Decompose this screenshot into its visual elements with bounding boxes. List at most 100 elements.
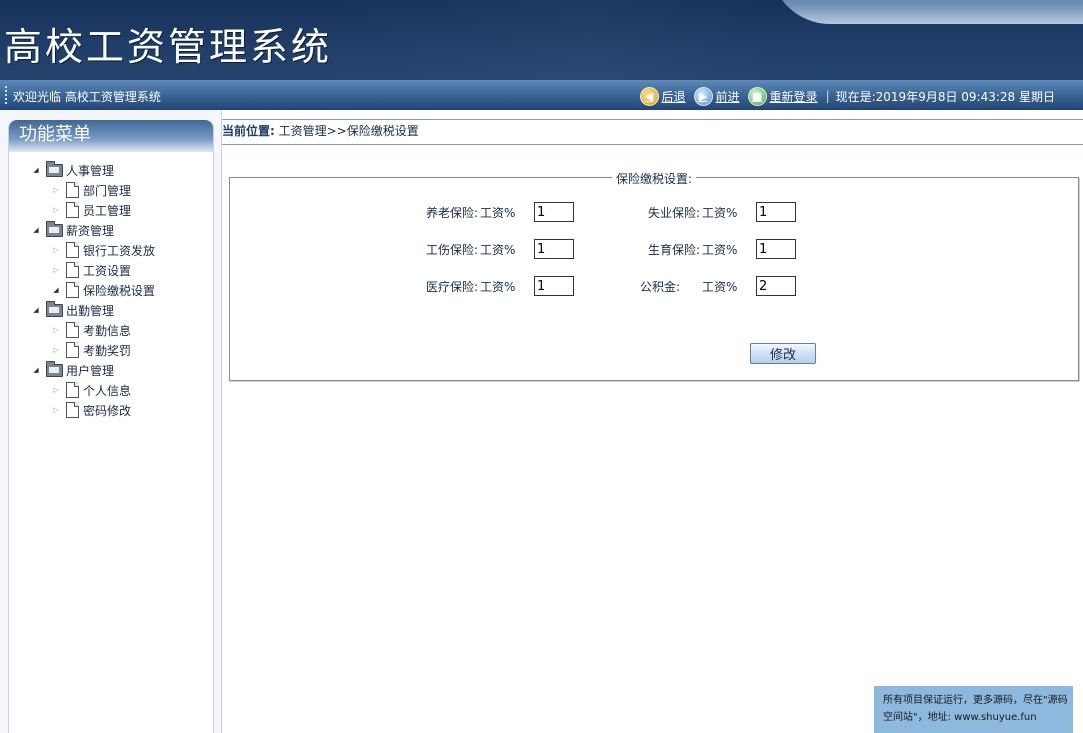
menu-item-salary-settings[interactable]: ▷ 工资设置 bbox=[31, 260, 213, 280]
document-icon bbox=[66, 382, 79, 398]
back-link[interactable]: ◀ 后退 bbox=[639, 86, 686, 106]
collapsed-arrow-icon: ▷ bbox=[53, 326, 59, 334]
forward-link[interactable]: ▶ 前进 bbox=[693, 86, 740, 106]
menu-tree: ◢ 人事管理 ▷ 部门管理 ▷ 员工管理 ◢ 薪资管理 ▷ 银行工资发放 ▷ 工… bbox=[9, 152, 213, 420]
forward-label: 前进 bbox=[715, 89, 740, 104]
form-legend: 保险缴税设置: bbox=[230, 170, 1078, 187]
maternity-input[interactable] bbox=[756, 239, 796, 259]
expanded-arrow-icon: ◢ bbox=[33, 366, 39, 374]
save-icon: ■ bbox=[747, 86, 767, 106]
menu-item-attendance-info[interactable]: ▷ 考勤信息 bbox=[31, 320, 213, 340]
menu-item-department[interactable]: ▷ 部门管理 bbox=[31, 180, 213, 200]
banner-decoration bbox=[300, 0, 780, 80]
menu-item-label: 工资设置 bbox=[83, 263, 132, 278]
expanded-arrow-icon: ◢ bbox=[33, 166, 39, 174]
field-label: 养老保险: bbox=[425, 205, 478, 220]
dotted-divider bbox=[5, 86, 9, 104]
field-unit: 工资% bbox=[702, 205, 738, 220]
folder-icon bbox=[46, 300, 63, 317]
menu-item-label: 保险缴税设置 bbox=[83, 283, 156, 298]
collapsed-arrow-icon: ▷ bbox=[53, 386, 59, 394]
menu-group-label: 人事管理 bbox=[66, 163, 115, 178]
back-label: 后退 bbox=[661, 89, 686, 104]
collapsed-arrow-icon: ▷ bbox=[53, 266, 59, 274]
document-icon bbox=[66, 182, 79, 198]
menu-item-employee[interactable]: ▷ 员工管理 bbox=[31, 200, 213, 220]
promo-note: 所有项目保证运行，更多源码，尽在"源码 空间站"，地址: www.shuyue.… bbox=[874, 686, 1073, 733]
field-unit: 工资% bbox=[480, 279, 516, 294]
field-injury: 工伤保险: 工资% bbox=[370, 239, 574, 259]
document-icon bbox=[66, 262, 79, 278]
sidebar: 功能菜单 ◢ 人事管理 ▷ 部门管理 ▷ 员工管理 ◢ 薪资管理 ▷ 银行工资发… bbox=[0, 110, 221, 733]
relogin-label: 重新登录 bbox=[769, 89, 818, 104]
document-icon bbox=[66, 402, 79, 418]
menu-item-label: 员工管理 bbox=[83, 203, 132, 218]
housing-fund-input[interactable] bbox=[756, 276, 796, 296]
document-icon bbox=[66, 322, 79, 338]
document-icon bbox=[66, 282, 79, 298]
form-legend-text: 保险缴税设置: bbox=[611, 172, 697, 186]
expanded-arrow-icon: ◢ bbox=[53, 286, 59, 294]
top-bar: 欢迎光临 高校工资管理系统 ◀ 后退 ▶ 前进 ■ 重新登录 | 现在是:201… bbox=[0, 80, 1083, 110]
folder-icon bbox=[46, 360, 63, 377]
menu-group-attendance[interactable]: ◢ 出勤管理 bbox=[31, 300, 213, 320]
menu-item-label: 个人信息 bbox=[83, 383, 132, 398]
back-arrow-icon: ◀ bbox=[639, 86, 659, 106]
menu-group-label: 用户管理 bbox=[66, 363, 115, 378]
menu-item-insurance-tax[interactable]: ◢ 保险缴税设置 bbox=[31, 280, 213, 300]
field-pension: 养老保险: 工资% bbox=[370, 202, 574, 222]
menu-item-profile[interactable]: ▷ 个人信息 bbox=[31, 380, 213, 400]
banner: 高校工资管理系统 bbox=[0, 0, 1083, 80]
modify-button[interactable]: 修改 bbox=[750, 343, 816, 364]
banner-swoosh bbox=[770, 0, 1083, 24]
collapsed-arrow-icon: ▷ bbox=[53, 246, 59, 254]
collapsed-arrow-icon: ▷ bbox=[53, 346, 59, 354]
medical-input[interactable] bbox=[534, 276, 574, 296]
breadcrumb-path: 工资管理>>保险缴税设置 bbox=[274, 124, 419, 138]
menu-group-user[interactable]: ◢ 用户管理 bbox=[31, 360, 213, 380]
field-label: 公积金: bbox=[640, 279, 681, 294]
menu-item-label: 密码修改 bbox=[83, 403, 132, 418]
promo-line-1: 所有项目保证运行，更多源码，尽在"源码 bbox=[883, 695, 1068, 706]
expanded-arrow-icon: ◢ bbox=[33, 306, 39, 314]
menu-item-label: 考勤信息 bbox=[83, 323, 132, 338]
forward-arrow-icon: ▶ bbox=[693, 86, 713, 106]
topbar-actions: ◀ 后退 ▶ 前进 ■ 重新登录 | 现在是:2019年9月8日 09:43:2… bbox=[632, 86, 1055, 106]
collapsed-arrow-icon: ▷ bbox=[53, 206, 59, 214]
app-title: 高校工资管理系统 bbox=[4, 25, 333, 69]
field-unemployment: 失业保险: 工资% bbox=[640, 202, 796, 222]
menu-group-salary[interactable]: ◢ 薪资管理 bbox=[31, 220, 213, 240]
field-label: 医疗保险: bbox=[425, 279, 478, 294]
promo-line-2: 空间站"，地址: www.shuyue.fun bbox=[883, 712, 1037, 723]
sidebar-title: 功能菜单 bbox=[9, 120, 213, 152]
collapsed-arrow-icon: ▷ bbox=[53, 406, 59, 414]
welcome-text: 欢迎光临 高校工资管理系统 bbox=[13, 90, 161, 104]
separator: | bbox=[825, 89, 830, 103]
field-unit: 工资% bbox=[480, 242, 516, 257]
menu-item-label: 考勤奖罚 bbox=[83, 343, 132, 358]
sidebar-panel: 功能菜单 ◢ 人事管理 ▷ 部门管理 ▷ 员工管理 ◢ 薪资管理 ▷ 银行工资发… bbox=[8, 120, 214, 733]
field-unit: 工资% bbox=[480, 205, 516, 220]
field-unit: 工资% bbox=[702, 279, 738, 294]
menu-item-bank-salary[interactable]: ▷ 银行工资发放 bbox=[31, 240, 213, 260]
pension-input[interactable] bbox=[534, 202, 574, 222]
field-label: 生育保险: bbox=[647, 242, 700, 257]
folder-icon bbox=[46, 160, 63, 177]
breadcrumb: 当前位置: 工资管理>>保险缴税设置 bbox=[222, 119, 1083, 145]
menu-item-label: 银行工资发放 bbox=[83, 243, 156, 258]
menu-group-hr[interactable]: ◢ 人事管理 bbox=[31, 160, 213, 180]
menu-group-label: 出勤管理 bbox=[66, 303, 115, 318]
relogin-link[interactable]: ■ 重新登录 bbox=[747, 86, 818, 106]
unemployment-input[interactable] bbox=[756, 202, 796, 222]
field-unit: 工资% bbox=[702, 242, 738, 257]
field-maternity: 生育保险: 工资% bbox=[640, 239, 796, 259]
menu-item-attendance-reward[interactable]: ▷ 考勤奖罚 bbox=[31, 340, 213, 360]
field-housing-fund: 公积金: 工资% bbox=[640, 276, 796, 296]
breadcrumb-label: 当前位置: bbox=[222, 124, 275, 138]
menu-group-label: 薪资管理 bbox=[66, 223, 115, 238]
expanded-arrow-icon: ◢ bbox=[33, 226, 39, 234]
field-label: 工伤保险: bbox=[425, 242, 478, 257]
menu-item-password[interactable]: ▷ 密码修改 bbox=[31, 400, 213, 420]
menu-item-label: 部门管理 bbox=[83, 183, 132, 198]
injury-input[interactable] bbox=[534, 239, 574, 259]
